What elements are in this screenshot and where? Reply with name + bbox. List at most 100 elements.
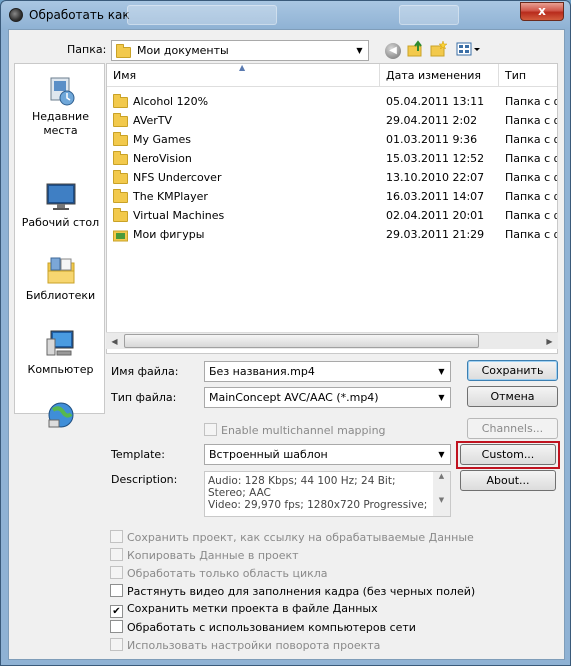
look-in-combo[interactable]: Мои документы ▼ [111, 40, 369, 61]
back-button[interactable]: ◀ [383, 40, 403, 60]
place-desktop-label: Рабочий стол [21, 216, 100, 229]
file-name: Мои фигуры [133, 228, 205, 241]
option-save-markers[interactable]: ✔ Сохранить метки проекта в файле Данных [110, 602, 378, 618]
place-libraries[interactable]: Библиотеки [15, 255, 106, 302]
template-label: Template: [111, 448, 165, 461]
column-date[interactable]: Дата изменения [380, 64, 499, 87]
option-label: Обработать с использованием компьютеров … [127, 621, 416, 634]
option-stretch-video[interactable]: Растянуть видео для заполнения кадра (бе… [110, 584, 475, 598]
back-arrow-icon: ◀ [385, 43, 401, 59]
filetype-value: MainConcept AVC/AAC (*.mp4) [209, 391, 379, 404]
checkbox-box[interactable] [110, 638, 123, 651]
file-row[interactable]: NeroVision 15.03.2011 12:52 Папка с ф [107, 149, 557, 168]
file-row[interactable]: Alcohol 120% 05.04.2011 13:11 Папка с ф [107, 92, 557, 111]
checkbox-box[interactable] [110, 530, 123, 543]
chevron-down-icon[interactable]: ▼ [351, 41, 368, 60]
title-bar: Обработать как x [1, 1, 570, 29]
template-select[interactable]: Встроенный шаблон ▼ [204, 444, 451, 465]
place-libraries-label: Библиотеки [25, 289, 96, 302]
desktop-icon [45, 182, 77, 212]
filename-input[interactable]: Без названия.mp4 ▼ [204, 361, 451, 382]
file-name: AVerTV [133, 114, 173, 127]
computer-icon [45, 329, 77, 359]
file-date: 05.04.2011 13:11 [386, 95, 485, 108]
place-desktop[interactable]: Рабочий стол [15, 182, 106, 229]
multichannel-checkbox[interactable]: Enable multichannel mapping [204, 423, 386, 437]
file-type: Папка с ф [505, 114, 558, 127]
chevron-down-icon[interactable]: ▼ [433, 388, 450, 407]
places-bar: Недавние места Рабочий стол Библиотеки К… [14, 63, 106, 428]
checkbox-box-checked[interactable]: ✔ [110, 605, 123, 618]
column-date-label: Дата изменения [386, 69, 481, 82]
file-name: NFS Undercover [133, 171, 222, 184]
description-text: Audio: 128 Kbps; 44 100 Hz; 24 Bit; Ster… [208, 475, 428, 511]
column-name-label: Имя [113, 69, 137, 82]
file-date: 02.04.2011 20:01 [386, 209, 485, 222]
file-name: NeroVision [133, 152, 192, 165]
file-row[interactable]: Virtual Machines 02.04.2011 20:01 Папка … [107, 206, 557, 225]
option-network-render[interactable]: Обработать с использованием компьютеров … [110, 620, 416, 634]
scrollbar-thumb[interactable] [124, 334, 479, 348]
option-save-as-reference[interactable]: Сохранить проект, как ссылку на обрабаты… [110, 530, 474, 544]
chevron-down-icon[interactable]: ▼ [433, 362, 450, 381]
view-menu-icon [456, 42, 480, 56]
app-icon [9, 8, 23, 22]
file-name: Alcohol 120% [133, 95, 209, 108]
chevron-down-icon[interactable]: ▼ [433, 445, 450, 464]
description-scrollbar[interactable]: ▲ ▼ [433, 472, 450, 516]
file-date: 29.04.2011 2:02 [386, 114, 478, 127]
option-copy-data[interactable]: Копировать Данные в проект [110, 548, 299, 562]
file-type: Папка с ф [505, 209, 558, 222]
filename-value: Без названия.mp4 [209, 365, 315, 378]
horizontal-scrollbar[interactable]: ◀ ▶ [106, 332, 558, 349]
template-value: Встроенный шаблон [209, 448, 328, 461]
file-name: My Games [133, 133, 191, 146]
file-row[interactable]: My Games 01.03.2011 9:36 Папка с ф [107, 130, 557, 149]
background-window-tab [127, 5, 277, 25]
filetype-select[interactable]: MainConcept AVC/AAC (*.mp4) ▼ [204, 387, 451, 408]
close-button[interactable]: x [520, 2, 564, 21]
file-date: 15.03.2011 12:52 [386, 152, 485, 165]
column-name[interactable]: ▲ Имя [107, 64, 380, 87]
channels-button[interactable]: Channels... [467, 418, 558, 439]
save-as-dialog: Обработать как x Папка: Мои документы ▼ … [0, 0, 571, 666]
look-in-value: Мои документы [137, 44, 229, 57]
view-menu-button[interactable] [454, 40, 482, 60]
up-folder-button[interactable] [406, 40, 426, 60]
description-box: Audio: 128 Kbps; 44 100 Hz; 24 Bit; Ster… [204, 471, 451, 517]
file-name: The KMPlayer [133, 190, 208, 203]
custom-button[interactable]: Custom... [460, 444, 556, 465]
checkbox-box[interactable] [110, 584, 123, 597]
checkbox-box[interactable] [204, 423, 217, 436]
file-type: Папка с ф [505, 190, 558, 203]
scroll-left-icon[interactable]: ◀ [106, 333, 123, 350]
checkbox-box[interactable] [110, 566, 123, 579]
file-name: Virtual Machines [133, 209, 225, 222]
libraries-icon [45, 255, 77, 285]
about-button[interactable]: About... [460, 470, 556, 491]
option-loop-region[interactable]: Обработать только область цикла [110, 566, 328, 580]
save-button[interactable]: Сохранить [467, 360, 558, 381]
file-date: 13.10.2010 22:07 [386, 171, 485, 184]
shapes-folder-icon [113, 230, 128, 242]
multichannel-label: Enable multichannel mapping [221, 424, 386, 437]
folder-icon [113, 188, 128, 203]
file-row[interactable]: The KMPlayer 16.03.2011 14:07 Папка с ф [107, 187, 557, 206]
file-list[interactable]: ▲ Имя Дата изменения Тип Alcohol 120% 05… [106, 63, 558, 354]
look-in-label: Папка: [67, 43, 107, 56]
option-label: Сохранить проект, как ссылку на обрабаты… [127, 531, 474, 544]
place-recent[interactable]: Недавние места [15, 76, 106, 138]
file-row[interactable]: NFS Undercover 13.10.2010 22:07 Папка с … [107, 168, 557, 187]
new-folder-button[interactable] [429, 40, 449, 60]
file-row[interactable]: Мои фигуры 29.03.2011 21:29 Папка с ф [107, 225, 557, 244]
place-computer[interactable]: Компьютер [15, 329, 106, 376]
cancel-button[interactable]: Отмена [467, 386, 558, 407]
checkbox-box[interactable] [110, 620, 123, 633]
place-network[interactable] [15, 400, 106, 434]
file-row[interactable]: AVerTV 29.04.2011 2:02 Папка с ф [107, 111, 557, 130]
checkbox-box[interactable] [110, 548, 123, 561]
scroll-right-icon[interactable]: ▶ [541, 333, 558, 350]
option-project-rotation[interactable]: Использовать настройки поворота проекта [110, 638, 380, 652]
documents-folder-icon [116, 44, 131, 58]
column-type[interactable]: Тип [499, 64, 557, 87]
